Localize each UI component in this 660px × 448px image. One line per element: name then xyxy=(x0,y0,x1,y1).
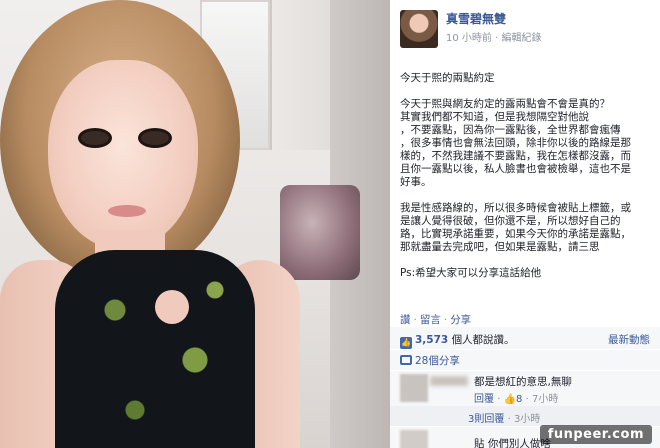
comment-like-count[interactable]: 8 xyxy=(516,394,522,405)
post-panel: 真雪碧無雙 10 小時前 · 編輯紀錄 今天于熙的兩點約定 今天于熙與網友約定的… xyxy=(390,0,660,448)
replies-time: 3小時 xyxy=(513,414,541,425)
reply-link[interactable]: 回覆 xyxy=(474,394,494,405)
post-paragraph: 今天于熙與網友約定的露兩點會不會是真的？ 其實我們都不知道，但是我想隔空對他說 … xyxy=(400,98,631,188)
author-name[interactable]: 真雪碧無雙 xyxy=(446,10,506,27)
author-avatar[interactable] xyxy=(400,10,438,48)
comment-meta: 回覆 · 👍8 · 7小時 xyxy=(474,390,558,405)
floral-dress xyxy=(55,250,255,448)
view-replies-link[interactable]: 3則回覆 xyxy=(468,414,504,425)
meta-separator: · xyxy=(507,414,511,425)
right-eye xyxy=(138,128,172,148)
share-icon xyxy=(400,355,412,365)
meta-separator: · xyxy=(497,394,501,405)
likes-count[interactable]: 3,573 xyxy=(415,334,448,346)
lips xyxy=(108,205,146,217)
comment-link[interactable]: 留言 xyxy=(420,314,441,326)
like-link[interactable]: 讚 xyxy=(400,314,411,326)
post-body: 今天于熙的兩點約定 今天于熙與網友約定的露兩點會不會是真的？ 其實我們都不知道，… xyxy=(400,72,656,293)
post-paragraph: 我是性感路線的，所以很多時候會被貼上標籤，或 是讓人覺得很破，但你還不是，所以想… xyxy=(400,202,631,253)
comment-item: 都是想紅的意思,無聊 回覆 · 👍8 · 7小時 xyxy=(390,371,660,406)
share-link[interactable]: 分享 xyxy=(450,314,471,326)
comment-text: 都是想紅的意思,無聊 xyxy=(474,376,572,388)
face xyxy=(48,60,198,250)
post-actions: 讚 · 留言 · 分享 xyxy=(400,312,471,327)
thumbs-up-icon: 👍 xyxy=(400,337,412,349)
post-paragraph: Ps:希望大家可以分享這話給他 xyxy=(400,267,542,279)
meta-separator: · xyxy=(495,33,499,44)
watermark: funpeer.com xyxy=(539,425,652,444)
post-photo[interactable] xyxy=(0,0,390,448)
meta-separator: · xyxy=(525,394,529,405)
shares-bar: 28個分享 xyxy=(390,350,660,370)
post-meta: 10 小時前 · 編輯紀錄 xyxy=(446,29,541,44)
likes-bar: 👍 3,573 個人都說讚。 最新動態 xyxy=(390,327,660,349)
post-paragraph: 今天于熙的兩點約定 xyxy=(400,72,495,84)
action-separator: · xyxy=(443,314,448,326)
likes-suffix: 個人都說讚。 xyxy=(451,334,515,346)
newest-sort-link[interactable]: 最新動態 xyxy=(608,332,650,347)
action-separator: · xyxy=(413,314,417,326)
left-eye xyxy=(78,128,112,148)
background-luggage xyxy=(280,185,360,280)
comment-time[interactable]: 7小時 xyxy=(532,394,558,405)
commenter-name-blurred xyxy=(430,376,468,386)
commenter-avatar[interactable] xyxy=(400,374,428,402)
replies-row: 3則回覆 · 3小時 xyxy=(390,406,660,426)
shares-count[interactable]: 28個分享 xyxy=(415,355,460,367)
edit-history-link[interactable]: 編輯紀錄 xyxy=(501,33,541,44)
post-time[interactable]: 10 小時前 xyxy=(446,33,492,44)
dress-keyhole xyxy=(155,290,189,324)
commenter-avatar[interactable] xyxy=(400,430,428,448)
comment-like-icon: 👍 xyxy=(503,394,517,405)
